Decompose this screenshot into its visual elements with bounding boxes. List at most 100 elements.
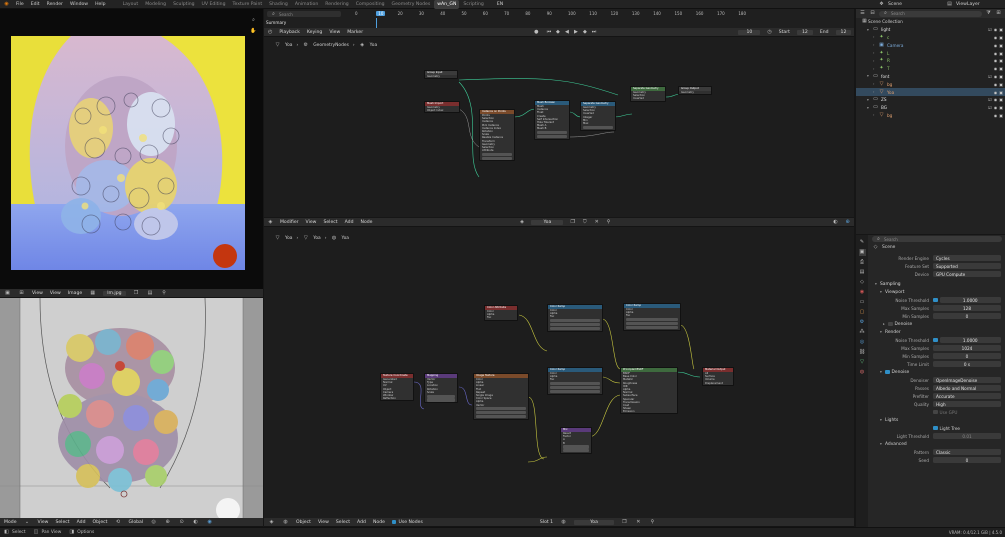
shader-object[interactable]: Yoa <box>531 219 564 225</box>
timeline-menu-keying[interactable]: Keying <box>307 30 322 35</box>
menu-help[interactable]: Help <box>95 2 105 7</box>
scene-tab-icon[interactable]: ◇ <box>859 279 866 286</box>
menu-edit[interactable]: Edit <box>31 2 40 7</box>
jump-end-icon[interactable]: ⏭ <box>590 29 597 36</box>
camera-render-icon[interactable]: ▣ <box>999 90 1003 95</box>
device-select[interactable]: GPU Compute <box>933 271 1001 277</box>
image-menu-image[interactable]: Image <box>68 291 82 296</box>
workspace-tab[interactable]: Rendering <box>322 0 351 9</box>
shader-type-icon[interactable]: ◍ <box>282 519 289 526</box>
vp-menu-select[interactable]: Select <box>55 520 69 525</box>
workspace-tab[interactable]: Texture Paint <box>230 0 266 9</box>
node-socket[interactable]: B <box>561 442 591 445</box>
passes-select[interactable]: Albedo and Normal <box>933 385 1001 391</box>
use-gpu-checkbox[interactable] <box>933 409 938 415</box>
camera-render-icon[interactable]: ▣ <box>999 35 1003 40</box>
eye-icon[interactable]: ◉ <box>994 90 998 95</box>
outliner-row[interactable]: › ▽ bg ◉ ▣ <box>856 112 1005 120</box>
scene-selector[interactable]: ❖ Scene <box>878 1 902 8</box>
pattern-select[interactable]: Classic <box>933 449 1001 455</box>
seed-field[interactable]: 0 <box>933 457 1001 463</box>
shader-footer-node[interactable]: Node <box>373 520 385 525</box>
exclude-checkbox-icon[interactable]: ☑ <box>988 74 992 79</box>
viewlayer-selector[interactable]: ▤ ViewLayer <box>946 1 980 8</box>
lights-subsection[interactable]: ▾ Lights <box>869 416 1005 424</box>
node-field[interactable] <box>476 414 526 419</box>
vp-denoise-checkbox[interactable] <box>888 321 893 327</box>
render-image-area[interactable]: ⌕ ✋ <box>0 9 263 289</box>
outliner-row[interactable]: › ✦ L ◉ ▣ <box>856 49 1005 57</box>
outliner-row[interactable]: ▾ ▭ light ☑ ◉ ▣ <box>856 26 1005 34</box>
shader-footer-select[interactable]: Select <box>336 520 350 525</box>
nodetree-icon[interactable]: ◈ <box>520 219 525 226</box>
shader-footer-object[interactable]: Object <box>296 520 311 525</box>
outliner-row[interactable]: ▾ ▭ ZS ☑ ◉ ▣ <box>856 96 1005 104</box>
node-group-input[interactable]: Group Input Geometry <box>424 70 458 80</box>
node-field[interactable] <box>550 319 600 323</box>
r-max-samples-field[interactable]: 1024 <box>933 345 1001 351</box>
advanced-subsection[interactable]: ▾ Advanced <box>869 440 1005 448</box>
proportional-icon[interactable]: ⊙ <box>178 519 185 526</box>
denoise-checkbox[interactable] <box>885 369 890 375</box>
fake-user-icon[interactable]: ⛉ <box>582 219 587 226</box>
eye-icon[interactable]: ◉ <box>994 82 998 87</box>
workspace-tab[interactable]: Shading <box>266 0 291 9</box>
display-mode-icon[interactable]: ⊟ <box>869 10 876 17</box>
eye-icon[interactable]: ◉ <box>994 97 998 102</box>
node-field[interactable] <box>476 407 526 411</box>
node-instance-on-points[interactable]: Instance on Points Points Selection Instanc… <box>479 109 515 162</box>
node-color-ramp[interactable]: Color Ramp Color Alpha Fac <box>547 304 603 332</box>
node-socket[interactable]: Mesh B <box>535 127 569 130</box>
eye-icon[interactable]: ◉ <box>994 58 998 63</box>
shader-footer-view[interactable]: View <box>318 520 329 525</box>
node-socket[interactable]: Reflection <box>381 397 413 400</box>
node-group-output[interactable]: Group Output Geometry <box>678 86 712 96</box>
image-name[interactable]: lm.jpg <box>103 290 126 296</box>
denoiser-select[interactable]: OpenImageDenoise <box>933 377 1001 383</box>
light-threshold-field[interactable]: 0.01 <box>933 433 1001 439</box>
unlink-icon[interactable]: ✕ <box>594 219 599 226</box>
prev-key-icon[interactable]: ◆ <box>554 29 561 36</box>
node-field[interactable] <box>563 445 589 449</box>
overlay-icon[interactable]: ◐ <box>833 219 838 226</box>
eye-icon[interactable]: ◉ <box>994 113 998 118</box>
use-nodes-toggle[interactable]: Use Nodes <box>391 520 423 525</box>
constraints-tab-icon[interactable]: ⛓ <box>859 349 866 356</box>
sampling-section[interactable]: ▾ Sampling <box>869 280 1005 288</box>
hand-icon[interactable]: ✋ <box>250 28 257 35</box>
node-socket[interactable]: Geometry <box>679 91 711 94</box>
outliner-editor-icon[interactable]: ☰ <box>859 10 866 17</box>
node-field[interactable] <box>537 131 567 135</box>
camera-render-icon[interactable]: ▣ <box>999 66 1003 71</box>
render-subsection[interactable]: ▾ Render <box>869 328 1005 336</box>
node-socket[interactable]: Geometry <box>425 75 457 78</box>
node-socket[interactable]: Emission <box>621 410 677 413</box>
overlay-icon[interactable]: ◐ <box>192 519 199 526</box>
node-image-texture[interactable]: Image Texture Color Alpha Linear Flat Repeat S… <box>473 373 529 420</box>
orientation-label[interactable]: Global <box>128 520 143 525</box>
clock-icon[interactable]: ◷ <box>767 29 771 36</box>
node-socket[interactable]: Vector <box>474 404 528 407</box>
node-socket[interactable]: Scale <box>425 391 457 394</box>
next-key-icon[interactable]: ◆ <box>581 29 588 36</box>
r-noise-threshold-checkbox[interactable] <box>933 337 938 343</box>
node-mesh-boolean[interactable]: Mesh Boolean Mesh Instance Float Create Self … <box>534 100 570 140</box>
node-field[interactable] <box>563 449 589 453</box>
node-mapping[interactable]: Mapping Vector Type Location Rotation Scale <box>424 373 458 404</box>
frame-cursor[interactable]: 10 <box>376 11 386 16</box>
viewport-3d[interactable] <box>0 298 263 518</box>
node-socket[interactable]: Inverted <box>631 97 665 100</box>
feature-set-select[interactable]: Supported <box>933 263 1001 269</box>
snap-icon[interactable]: ⊕ <box>164 519 171 526</box>
pin-icon[interactable]: ⚲ <box>161 290 168 297</box>
node-field[interactable] <box>550 385 600 390</box>
timeline-search[interactable]: ⌕ Search <box>267 11 341 17</box>
camera-render-icon[interactable]: ▣ <box>999 97 1003 102</box>
node-color-ramp[interactable]: Color Ramp Color Alpha Fac <box>623 303 681 331</box>
node-field[interactable] <box>482 156 512 160</box>
eye-icon[interactable]: ◉ <box>994 105 998 110</box>
timeline-editor-icon[interactable]: ◴ <box>268 29 272 36</box>
workspace-tab[interactable]: Modeling <box>142 0 169 9</box>
node-socket[interactable]: Fac <box>624 314 680 317</box>
camera-render-icon[interactable]: ▣ <box>999 82 1003 87</box>
